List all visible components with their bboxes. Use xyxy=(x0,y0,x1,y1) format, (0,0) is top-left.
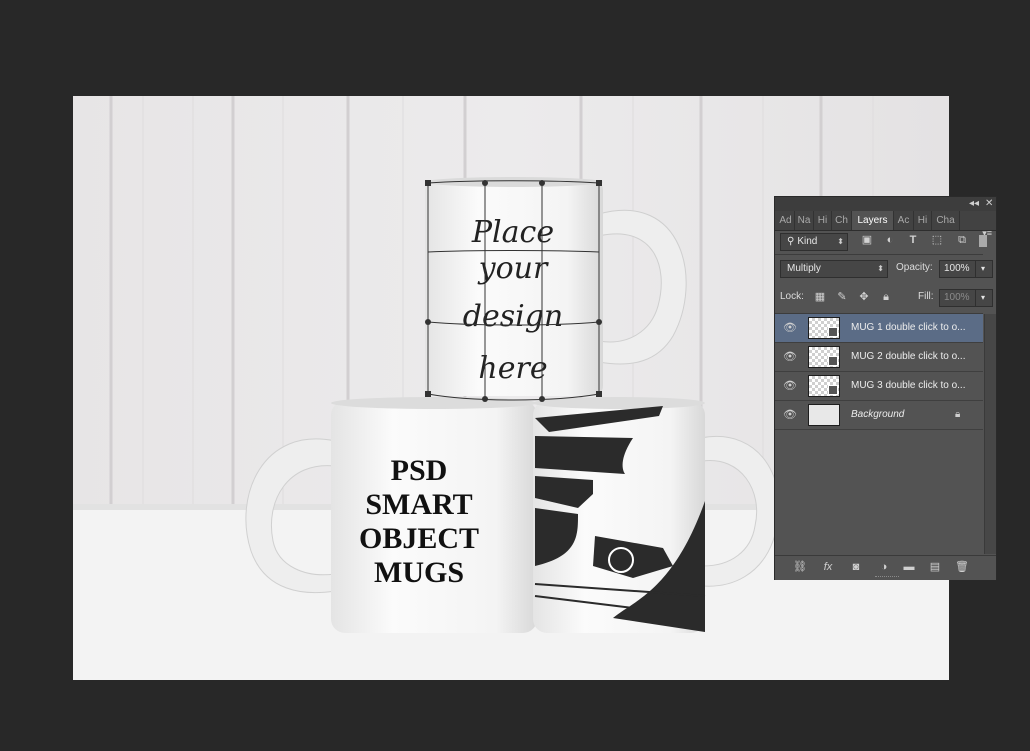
search-icon: ⚲ xyxy=(787,236,795,247)
layer-name: MUG 2 double click to o... xyxy=(851,351,966,362)
layer-thumbnail xyxy=(808,317,840,339)
lock-all-icon[interactable]: 🔒︎ xyxy=(879,290,893,304)
smart-object-icon xyxy=(828,327,838,337)
filter-shape-icon[interactable]: ⬚ xyxy=(930,233,944,247)
tab-channels-short[interactable]: Ch xyxy=(832,211,852,230)
layer-row-mug-1[interactable]: 👁︎ MUG 1 double click to o... xyxy=(775,314,983,343)
new-group-folder-icon[interactable]: ▬ xyxy=(900,559,918,575)
lock-label: Lock: xyxy=(780,291,804,302)
blend-row: Multiply ⬍ Opacity: 100% ▾ xyxy=(775,257,993,279)
opacity-dropdown-button[interactable]: ▾ xyxy=(975,260,993,278)
new-layer-icon[interactable]: ▤ xyxy=(926,559,944,575)
filter-smart-object-icon[interactable]: ⧉ xyxy=(955,233,969,247)
filter-adjustment-icon[interactable]: ◐ xyxy=(883,233,897,247)
tab-channels[interactable]: Cha xyxy=(932,211,960,230)
tab-histogram[interactable]: Hi xyxy=(814,211,832,230)
visibility-eye-icon[interactable]: 👁︎ xyxy=(783,351,797,363)
layer-thumbnail xyxy=(808,404,840,426)
blend-mode-select[interactable]: Multiply ⬍ xyxy=(780,260,888,278)
resize-grip[interactable] xyxy=(875,576,899,579)
tab-layers[interactable]: Layers xyxy=(852,211,894,230)
fill-dropdown-button[interactable]: ▾ xyxy=(975,289,993,307)
chevron-down-icon: ▾ xyxy=(981,264,986,273)
layer-row-mug-3[interactable]: 👁︎ MUG 3 double click to o... xyxy=(775,372,983,401)
fill-label: Fill: xyxy=(918,291,934,302)
divider xyxy=(775,254,983,255)
svg-text:OBJECT: OBJECT xyxy=(359,522,479,555)
layers-scrollbar[interactable] xyxy=(984,314,996,554)
layer-name: MUG 3 double click to o... xyxy=(851,380,966,391)
lock-row: Lock: ▦ ✎ ✥ 🔒︎ Fill: 100% ▾ xyxy=(775,286,993,308)
visibility-eye-icon[interactable]: 👁︎ xyxy=(783,409,797,421)
layer-thumbnail xyxy=(808,375,840,397)
layer-thumbnail xyxy=(808,346,840,368)
add-mask-icon[interactable]: ◙ xyxy=(847,559,865,575)
chevron-updown-icon: ⬍ xyxy=(837,237,844,246)
layer-row-background[interactable]: 👁︎ Background 🔒︎ xyxy=(775,401,983,430)
chevron-down-icon: ▾ xyxy=(981,293,986,302)
adjustment-layer-icon[interactable]: ◑ xyxy=(875,559,893,575)
lock-paint-icon[interactable]: ✎ xyxy=(835,290,849,304)
svg-text:PSD: PSD xyxy=(391,454,448,487)
link-layers-icon[interactable]: ⛓ xyxy=(791,559,809,575)
visibility-eye-icon[interactable]: 👁︎ xyxy=(783,380,797,392)
svg-text:MUGS: MUGS xyxy=(374,556,464,589)
svg-text:your: your xyxy=(477,251,549,286)
fill-input[interactable]: 100% xyxy=(939,289,979,307)
filter-row: ⚲ Kind ⬍ ▣ ◐ T ⬚ ⧉ xyxy=(775,231,987,253)
tab-navigator[interactable]: Na xyxy=(795,211,814,230)
visibility-eye-icon[interactable]: 👁︎ xyxy=(783,322,797,334)
tab-history[interactable]: Hi xyxy=(914,211,932,230)
opacity-label: Opacity: xyxy=(896,262,933,273)
smart-object-icon xyxy=(828,385,838,395)
delete-layer-trash-icon[interactable]: 🗑︎ xyxy=(953,559,971,575)
layers-bottom-toolbar: ⛓ fx ◙ ◑ ▬ ▤ 🗑︎ xyxy=(775,555,996,580)
tab-actions[interactable]: Ac xyxy=(894,211,914,230)
filter-kind-select[interactable]: ⚲ Kind ⬍ xyxy=(780,233,848,251)
lock-transparent-icon[interactable]: ▦ xyxy=(813,290,827,304)
chevron-updown-icon: ⬍ xyxy=(877,264,884,273)
tab-adjustments[interactable]: Ad xyxy=(777,211,795,230)
filter-toggle-icon[interactable] xyxy=(979,235,987,247)
svg-text:SMART: SMART xyxy=(365,488,472,521)
panel-title-bar: ◂◂ ✕ xyxy=(775,197,996,211)
layers-panel: ◂◂ ✕ Ad Na Hi Ch Layers Ac Hi Cha ▾≡ ⚲ Ki… xyxy=(774,196,997,580)
panel-tabs: Ad Na Hi Ch Layers Ac Hi Cha ▾≡ xyxy=(775,211,996,238)
layer-name: MUG 1 double click to o... xyxy=(851,322,966,333)
svg-text:design: design xyxy=(463,299,563,334)
close-panel-icon[interactable]: ✕ xyxy=(985,198,993,210)
lock-position-icon[interactable]: ✥ xyxy=(857,290,871,304)
lock-icon: 🔒︎ xyxy=(955,409,961,420)
svg-text:here: here xyxy=(478,351,547,386)
layer-style-fx-icon[interactable]: fx xyxy=(819,559,837,575)
smart-object-icon xyxy=(828,356,838,366)
layer-row-mug-2[interactable]: 👁︎ MUG 2 double click to o... xyxy=(775,343,983,372)
filter-pixel-icon[interactable]: ▣ xyxy=(860,233,874,247)
filter-type-icon[interactable]: T xyxy=(906,233,920,247)
collapse-panel-icon[interactable]: ◂◂ xyxy=(969,198,979,210)
